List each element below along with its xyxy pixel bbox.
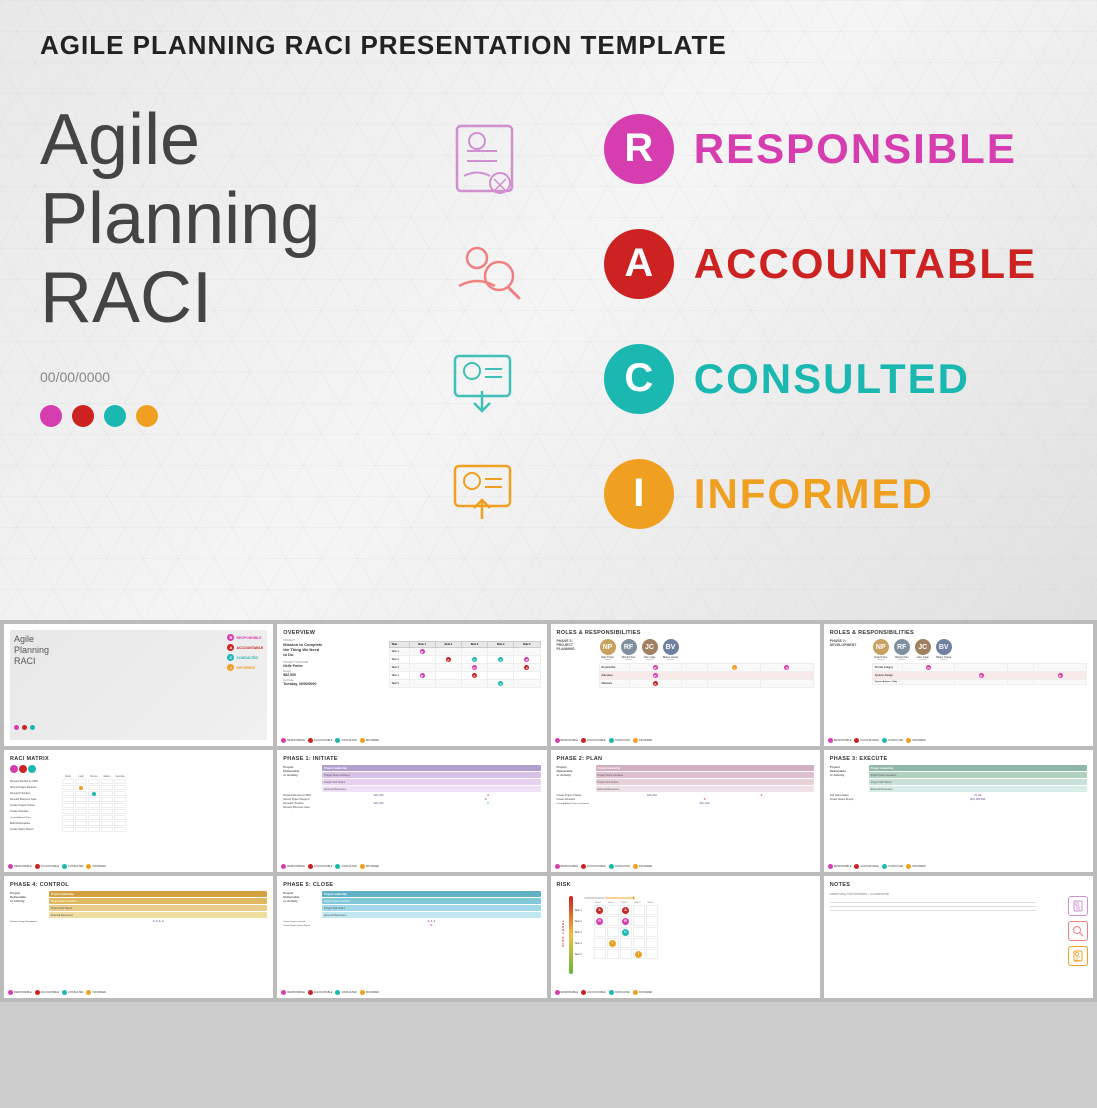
thumb-notes[interactable]: NOTES summary information / comments bbox=[824, 876, 1093, 998]
dot-accountable bbox=[72, 405, 94, 427]
thumb-roles2[interactable]: ROLES & RESPONSIBILITIES PHASE 2:DEVELOP… bbox=[824, 624, 1093, 746]
slide-content: Agile Planning RACI 00/00/0000 bbox=[40, 81, 1057, 561]
color-dots bbox=[40, 405, 390, 427]
thumb-phase4[interactable]: PHASE 4: CONTROL ProjectDeliverableor Ac… bbox=[4, 876, 273, 998]
dot-informed bbox=[136, 405, 158, 427]
thumb-phase2[interactable]: PHASE 2: PLAN ProjectDeliverableor Activ… bbox=[551, 750, 820, 872]
icon-document-person bbox=[442, 121, 532, 216]
left-section: Agile Planning RACI 00/00/0000 bbox=[40, 81, 390, 561]
thumb-phase5[interactable]: PHASE 5: CLOSE ProjectDeliverableor Acti… bbox=[277, 876, 546, 998]
raci-circle-i: I bbox=[604, 459, 674, 529]
dot-consulted bbox=[104, 405, 126, 427]
agile-title: Agile Planning RACI bbox=[40, 101, 390, 339]
raci-item-i: I INFORMED bbox=[604, 459, 1037, 529]
dot-responsible bbox=[40, 405, 62, 427]
date-placeholder: 00/00/0000 bbox=[40, 369, 390, 385]
thumb-title-slide[interactable]: AgilePlanningRACI R RESPONSIBLE A ACCOUN… bbox=[4, 624, 273, 746]
thumb-overview[interactable]: OVERVIEW PROJECT Mission to Completethe … bbox=[277, 624, 546, 746]
icon-card-download bbox=[447, 341, 527, 426]
thumb-roles1[interactable]: ROLES & RESPONSIBILITIES PHASE 2:PROJECT… bbox=[551, 624, 820, 746]
raci-circle-a: A bbox=[604, 229, 674, 299]
raci-label-r: RESPONSIBLE bbox=[694, 125, 1017, 173]
raci-label-i: INFORMED bbox=[694, 470, 934, 518]
raci-item-c: C CONSULTED bbox=[604, 344, 1037, 414]
raci-label-a: ACCOUNTABLE bbox=[694, 240, 1037, 288]
main-slide: AGILE PLANNING RACI PRESENTATION TEMPLAT… bbox=[0, 0, 1097, 620]
icon-person-search bbox=[447, 236, 527, 321]
notes-icons bbox=[1068, 896, 1088, 966]
raci-item-a: A ACCOUNTABLE bbox=[604, 229, 1037, 299]
slide-title: AGILE PLANNING RACI PRESENTATION TEMPLAT… bbox=[40, 30, 1057, 61]
right-section: R RESPONSIBLE A ACCOUNTABLE C CONSULTED … bbox=[584, 81, 1057, 561]
raci-label-c: CONSULTED bbox=[694, 355, 970, 403]
icon-card-upload bbox=[447, 446, 527, 531]
center-section bbox=[390, 81, 584, 561]
thumb-phase1[interactable]: PHASE 1: INITIATE ProjectDeliverableor A… bbox=[277, 750, 546, 872]
thumbnail-grid: AgilePlanningRACI R RESPONSIBLE A ACCOUN… bbox=[0, 620, 1097, 1002]
thumb-phase3[interactable]: PHASE 3: EXECUTE ProjectDeliverableor Ac… bbox=[824, 750, 1093, 872]
raci-item-r: R RESPONSIBLE bbox=[604, 114, 1037, 184]
raci-circle-c: C bbox=[604, 344, 674, 414]
thumb-raci-matrix[interactable]: RACI MATRIX Nelle Luigi Renee Elaine Geo… bbox=[4, 750, 273, 872]
thumb-risk[interactable]: RISK RISK LEVEL IMPORTANCE Role 1 Role 2… bbox=[551, 876, 820, 998]
raci-circle-r: R bbox=[604, 114, 674, 184]
